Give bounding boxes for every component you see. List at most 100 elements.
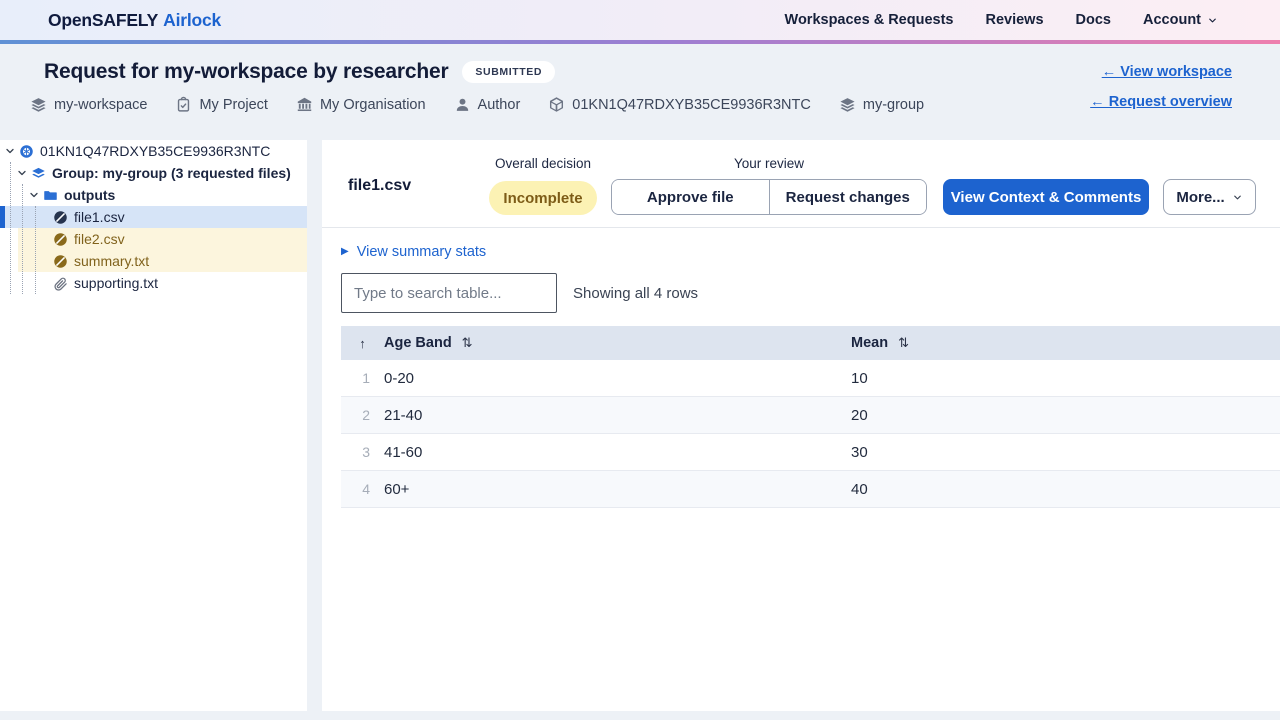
meta-organisation-label: My Organisation — [320, 97, 426, 113]
meta-workspace: my-workspace — [30, 96, 147, 113]
release-request-icon — [19, 144, 34, 159]
status-badge: SUBMITTED — [462, 61, 555, 83]
table-row: 2 21-40 20 — [341, 397, 1280, 434]
nav-account-menu[interactable]: Account — [1143, 12, 1218, 28]
file-review-header: file1.csv Overall decision Incomplete Yo… — [322, 140, 1280, 228]
row-number: 1 — [341, 370, 384, 386]
view-summary-stats-label: View summary stats — [357, 244, 486, 260]
tree-item-label: 01KN1Q47RDXYB35CE9936R3NTC — [40, 143, 270, 159]
under-review-icon — [53, 210, 68, 225]
tree-guide-line — [22, 184, 23, 294]
row-number: 3 — [341, 444, 384, 460]
chevron-down-icon — [1207, 15, 1218, 26]
data-table: ↑ Age Band ⇅ Mean ⇅ 1 0-20 10 2 21-40 20… — [341, 326, 1280, 508]
top-navigation-bar: OpenSAFELYAirlock Workspaces & Requests … — [0, 0, 1280, 40]
request-changes-button[interactable]: Request changes — [769, 180, 927, 214]
tree-item-request-root[interactable]: 01KN1Q47RDXYB35CE9936R3NTC — [0, 140, 307, 162]
under-review-icon — [53, 232, 68, 247]
tree-item-file2-csv[interactable]: file2.csv — [0, 228, 307, 250]
meta-group: my-group — [839, 96, 924, 113]
triangle-right-icon: ▶ — [341, 247, 349, 257]
view-workspace-link[interactable]: ← View workspace — [1102, 64, 1232, 80]
paperclip-icon — [53, 276, 68, 291]
row-number: 4 — [341, 481, 384, 497]
row-number-sort-icon[interactable]: ↑ — [341, 336, 384, 351]
brand-secondary: Airlock — [163, 10, 221, 30]
sort-toggle-icon[interactable]: ⇅ — [462, 335, 473, 351]
meta-group-label: my-group — [863, 97, 924, 113]
more-menu-button[interactable]: More... — [1163, 179, 1256, 215]
under-review-icon — [53, 254, 68, 269]
meta-workspace-label: my-workspace — [54, 97, 147, 113]
top-nav: Workspaces & Requests Reviews Docs Accou… — [785, 12, 1218, 28]
file-name-heading: file1.csv — [348, 177, 411, 195]
chevron-down-icon — [1232, 192, 1243, 203]
cell-mean: 20 — [851, 407, 1280, 424]
tree-item-group[interactable]: Group: my-group (3 requested files) — [0, 162, 307, 184]
meta-organisation: My Organisation — [296, 96, 426, 113]
table-search-row: Showing all 4 rows — [341, 273, 1280, 313]
more-menu-label: More... — [1176, 189, 1224, 206]
brand-logo[interactable]: OpenSAFELYAirlock — [48, 10, 221, 31]
table-header-row: ↑ Age Band ⇅ Mean ⇅ — [341, 326, 1280, 360]
view-summary-stats-toggle[interactable]: ▶ View summary stats — [341, 244, 486, 260]
nav-account-label: Account — [1143, 12, 1201, 28]
cell-mean: 40 — [851, 481, 1280, 498]
review-button-group: Approve file Request changes — [611, 179, 927, 215]
your-review-label: Your review — [611, 156, 927, 171]
chevron-down-icon[interactable] — [28, 189, 40, 201]
view-context-comments-button[interactable]: View Context & Comments — [943, 179, 1149, 215]
tree-item-label: file1.csv — [74, 209, 125, 225]
tree-item-label: file2.csv — [74, 231, 125, 247]
meta-project-label: My Project — [199, 97, 268, 113]
tree-item-label: supporting.txt — [74, 275, 158, 291]
tree-item-file1-csv[interactable]: file1.csv — [0, 206, 307, 228]
request-metadata-row: my-workspace My Project My Organisation … — [30, 96, 1232, 113]
tree-guide-line — [10, 162, 11, 294]
layers-icon — [30, 96, 47, 113]
cell-age-band: 21-40 — [384, 407, 851, 424]
file-review-panel: file1.csv Overall decision Incomplete Yo… — [322, 140, 1280, 711]
clipboard-icon — [175, 96, 192, 113]
request-overview-link[interactable]: ← Request overview — [1090, 94, 1232, 110]
meta-request-id: 01KN1Q47RDXYB35CE9936R3NTC — [548, 96, 811, 113]
cell-age-band: 41-60 — [384, 444, 851, 461]
tree-guide-line — [35, 206, 36, 294]
folder-icon — [43, 188, 58, 203]
meta-author-label: Author — [478, 97, 521, 113]
tree-item-outputs-folder[interactable]: outputs — [0, 184, 307, 206]
tree-item-label: Group: my-group (3 requested files) — [52, 165, 291, 181]
row-number: 2 — [341, 407, 384, 423]
overall-decision-label: Overall decision — [489, 156, 597, 171]
bank-icon — [296, 96, 313, 113]
tree-item-supporting-txt[interactable]: supporting.txt — [0, 272, 307, 294]
layers-icon — [839, 96, 856, 113]
table-row: 4 60+ 40 — [341, 471, 1280, 508]
row-count-text: Showing all 4 rows — [573, 285, 698, 302]
nav-docs[interactable]: Docs — [1076, 12, 1111, 28]
overall-decision-badge: Incomplete — [489, 181, 597, 215]
cell-mean: 10 — [851, 370, 1280, 387]
file-tree-sidebar: 01KN1Q47RDXYB35CE9936R3NTC Group: my-gro… — [0, 140, 307, 711]
table-search-input[interactable] — [341, 273, 557, 313]
nav-workspaces-requests[interactable]: Workspaces & Requests — [785, 12, 954, 28]
column-header-age-band[interactable]: Age Band — [384, 335, 452, 351]
file-tree: 01KN1Q47RDXYB35CE9936R3NTC Group: my-gro… — [0, 140, 307, 294]
request-page-header: Request for my-workspace by researcher S… — [0, 44, 1280, 136]
table-row: 3 41-60 30 — [341, 434, 1280, 471]
page-title: Request for my-workspace by researcher — [44, 60, 448, 84]
nav-reviews[interactable]: Reviews — [985, 12, 1043, 28]
approve-file-button[interactable]: Approve file — [612, 180, 769, 214]
chevron-down-icon[interactable] — [4, 145, 16, 157]
chevron-down-icon[interactable] — [16, 167, 28, 179]
person-icon — [454, 96, 471, 113]
tree-item-label: summary.txt — [74, 253, 149, 269]
meta-request-id-label: 01KN1Q47RDXYB35CE9936R3NTC — [572, 97, 811, 113]
column-header-mean[interactable]: Mean — [851, 335, 888, 351]
cell-age-band: 0-20 — [384, 370, 851, 387]
sort-toggle-icon[interactable]: ⇅ — [898, 335, 909, 351]
tree-item-summary-txt[interactable]: summary.txt — [0, 250, 307, 272]
cube-icon — [548, 96, 565, 113]
cell-mean: 30 — [851, 444, 1280, 461]
brand-primary: OpenSAFELY — [48, 10, 158, 30]
